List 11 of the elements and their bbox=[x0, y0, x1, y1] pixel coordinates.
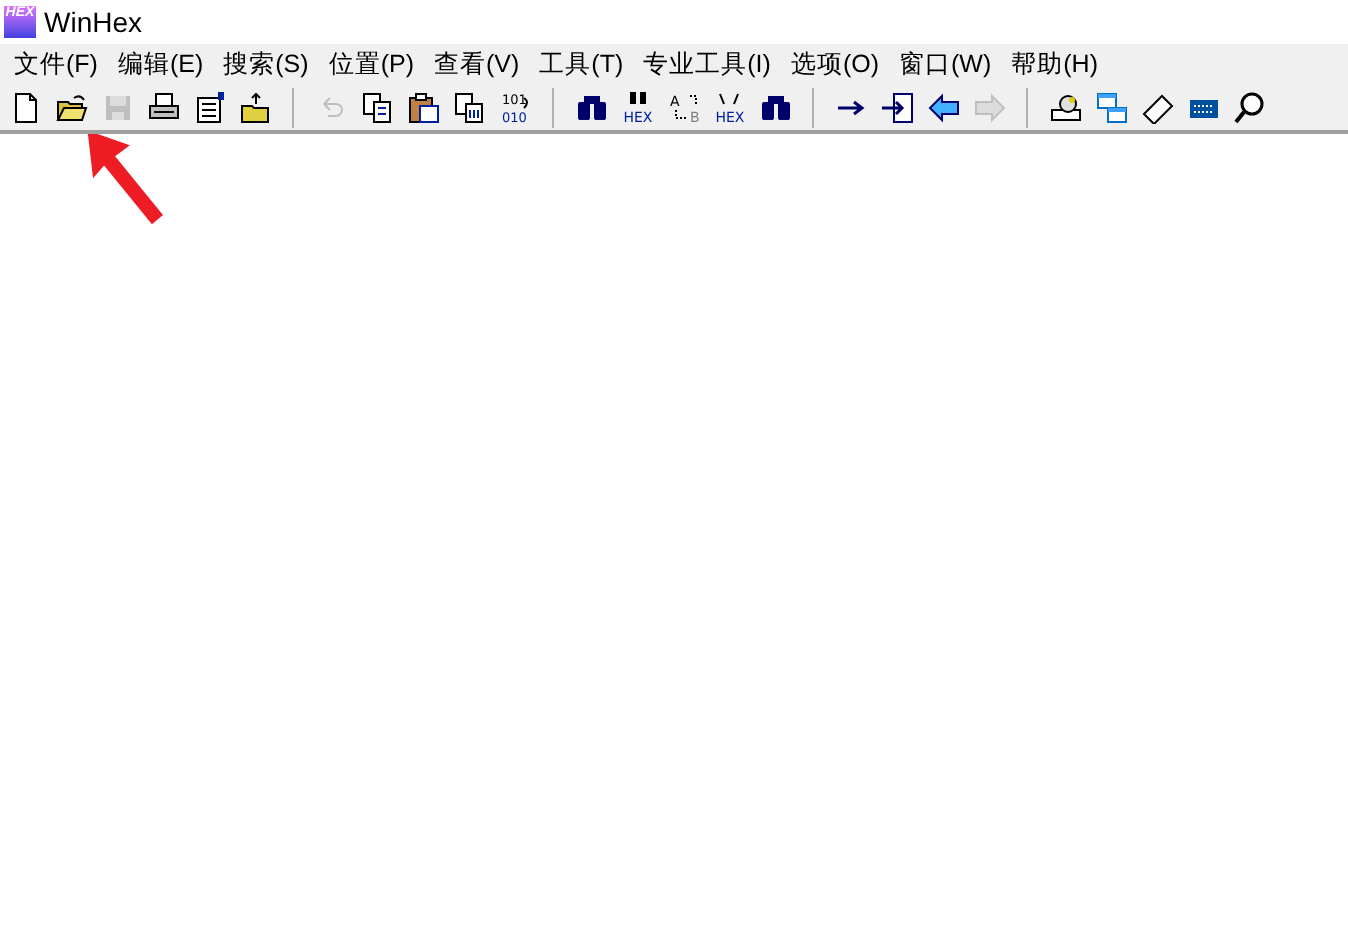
menu-item[interactable]: 位置(P) bbox=[318, 44, 424, 84]
menu-item[interactable]: 选项(O) bbox=[780, 44, 889, 84]
menu-item[interactable]: 搜索(S) bbox=[213, 44, 319, 84]
menu-item[interactable]: 编辑(E) bbox=[107, 44, 214, 84]
menu-item[interactable]: 查看(V) bbox=[423, 44, 530, 84]
menu-item[interactable]: 文件(F) bbox=[4, 44, 108, 84]
menu-item[interactable]: 帮助(H) bbox=[1001, 44, 1108, 84]
menu-item[interactable]: 工具(T) bbox=[529, 44, 634, 84]
menu-item[interactable]: 专业工具(I) bbox=[633, 44, 781, 84]
menu-item[interactable]: 窗口(W) bbox=[889, 44, 1002, 84]
window-title: WinHex bbox=[44, 3, 143, 41]
